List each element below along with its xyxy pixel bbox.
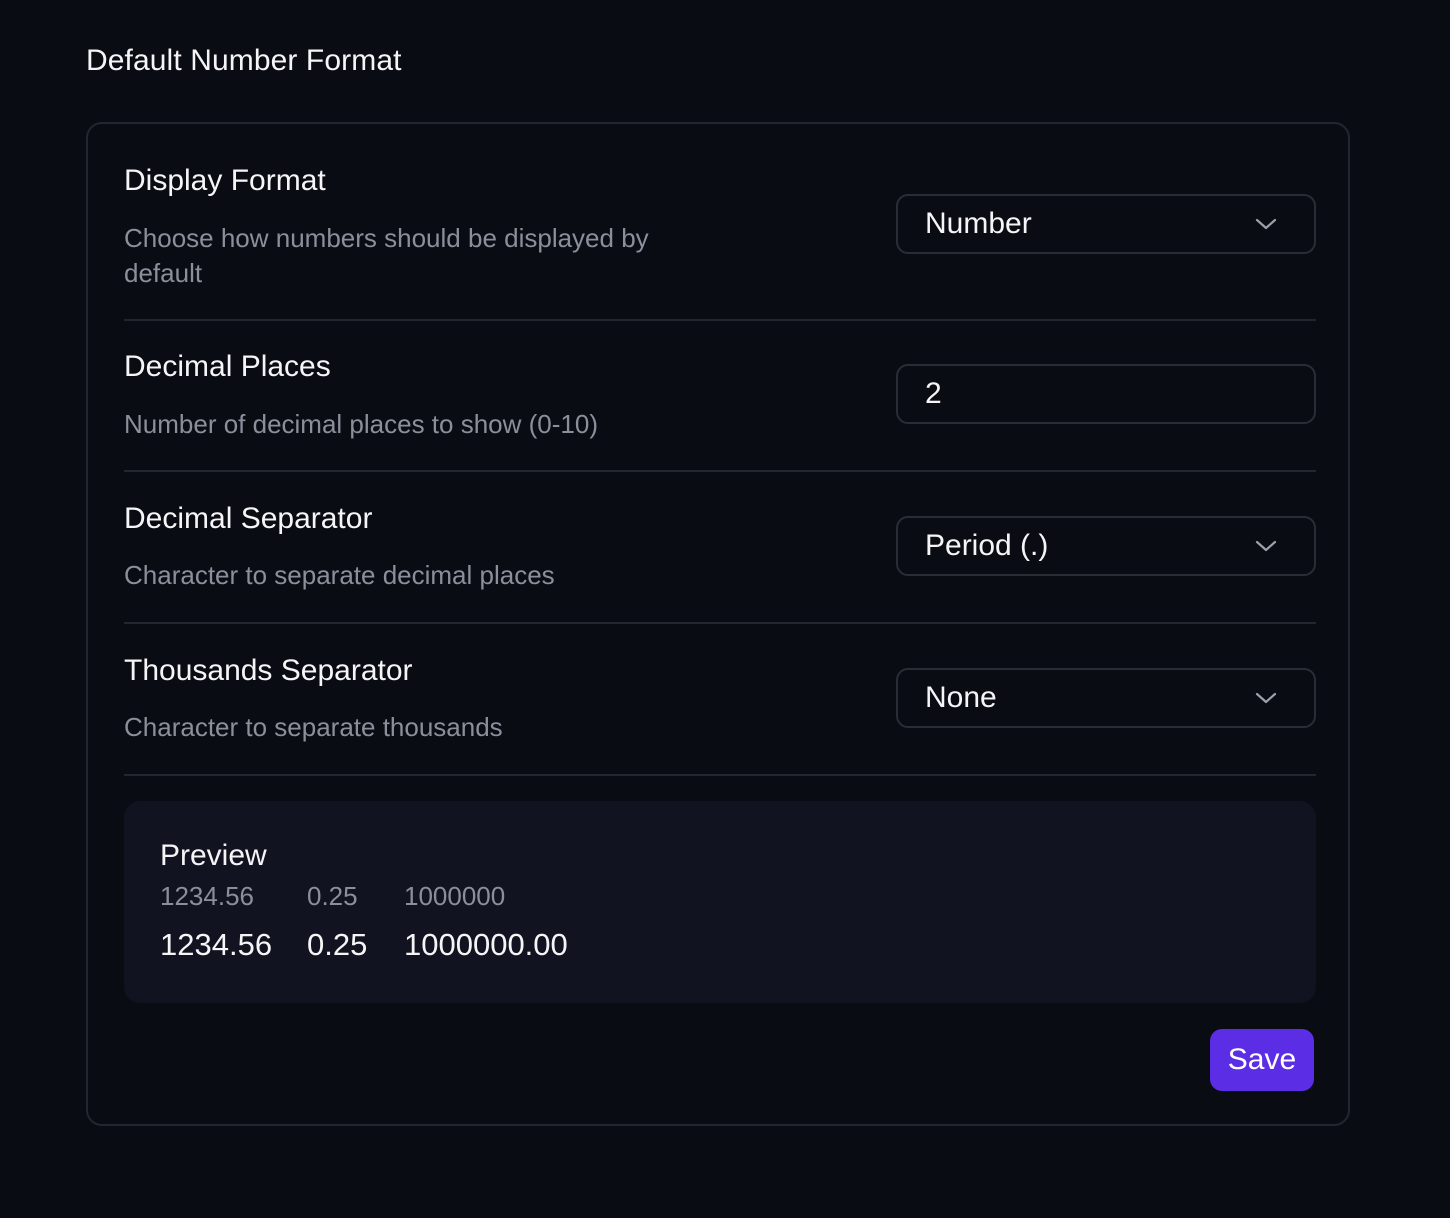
preview-title: Preview bbox=[160, 839, 267, 872]
setting-description: Character to separate thousands bbox=[124, 712, 503, 742]
setting-title: Thousands Separator bbox=[124, 654, 413, 687]
thousands-separator-select[interactable]: None bbox=[896, 668, 1316, 728]
preview-input-value: 1234.56 bbox=[160, 881, 254, 911]
preview-output-value: 1234.56 bbox=[160, 927, 273, 962]
setting-description: Choose how numbers should be displayed b… bbox=[124, 223, 649, 288]
setting-description: Character to separate decimal places bbox=[124, 560, 555, 590]
setting-title: Display Format bbox=[124, 164, 326, 197]
chevron-down-icon bbox=[1248, 206, 1284, 242]
preview-example: 1000000 1000000.00 bbox=[404, 881, 568, 963]
preview-example: 0.25 0.25 bbox=[307, 881, 367, 963]
chevron-down-icon bbox=[1248, 680, 1284, 716]
preview-example: 1234.56 1234.56 bbox=[160, 881, 272, 963]
settings-card: Display Format Choose how numbers should… bbox=[86, 122, 1350, 1126]
setting-title: Decimal Places bbox=[124, 350, 331, 383]
chevron-down-icon bbox=[1248, 528, 1284, 564]
page-title: Default Number Format bbox=[86, 44, 402, 77]
setting-row-thousands-separator: Thousands Separator Character to separat… bbox=[124, 622, 1316, 776]
select-value: Number bbox=[925, 207, 1032, 240]
setting-row-decimal-places: Decimal Places Number of decimal places … bbox=[124, 319, 1316, 472]
select-value: Period (.) bbox=[925, 529, 1049, 562]
setting-row-decimal-separator: Decimal Separator Character to separate … bbox=[124, 470, 1316, 624]
select-value: None bbox=[925, 681, 997, 714]
input-value: 2 bbox=[925, 377, 942, 410]
preview-panel: Preview 1234.56 1234.56 0.25 0.25 100000… bbox=[124, 801, 1316, 1003]
setting-description: Number of decimal places to show (0-10) bbox=[124, 409, 598, 439]
preview-output-value: 0.25 bbox=[307, 927, 368, 962]
preview-input-value: 0.25 bbox=[307, 881, 358, 911]
decimal-places-input[interactable]: 2 bbox=[896, 364, 1316, 424]
display-format-select[interactable]: Number bbox=[896, 194, 1316, 254]
setting-title: Decimal Separator bbox=[124, 502, 373, 535]
preview-output-value: 1000000.00 bbox=[404, 927, 568, 962]
preview-input-value: 1000000 bbox=[404, 881, 506, 911]
decimal-separator-select[interactable]: Period (.) bbox=[896, 516, 1316, 576]
save-button[interactable]: Save bbox=[1210, 1029, 1314, 1091]
setting-row-display-format: Display Format Choose how numbers should… bbox=[124, 124, 1316, 321]
